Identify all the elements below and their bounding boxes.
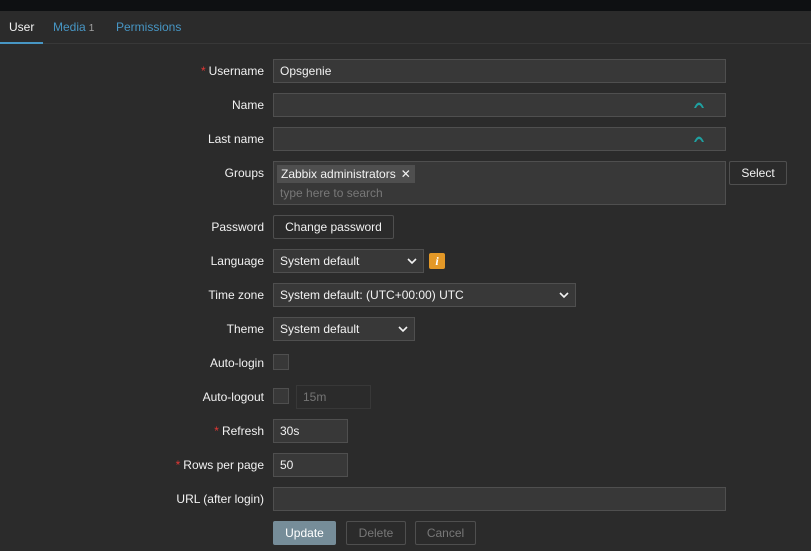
tab-permissions[interactable]: Permissions xyxy=(116,11,181,44)
groups-label: Groups xyxy=(224,166,264,180)
language-value: System default xyxy=(280,254,360,268)
tab-media-count: 1 xyxy=(88,23,95,34)
groups-multiselect[interactable]: Zabbix administrators ✕ type here to sear… xyxy=(273,161,726,205)
language-select[interactable]: System default xyxy=(273,249,424,273)
autologin-checkbox[interactable] xyxy=(273,354,289,370)
username-label: * Username xyxy=(200,64,264,78)
chevron-down-icon xyxy=(559,292,569,299)
timezone-label: Time zone xyxy=(208,288,264,302)
password-label: Password xyxy=(211,220,264,234)
tab-permissions-label: Permissions xyxy=(116,20,182,34)
top-bar xyxy=(0,0,811,11)
tab-media-label: Media xyxy=(53,20,86,34)
tab-media[interactable]: Media 1 xyxy=(53,11,94,44)
password-manager-icon xyxy=(694,136,704,142)
name-input[interactable] xyxy=(273,93,726,117)
chevron-down-icon xyxy=(398,326,408,333)
refresh-label: * Refresh xyxy=(214,424,264,438)
groups-select-button[interactable]: Select xyxy=(729,161,787,185)
change-password-button[interactable]: Change password xyxy=(273,215,394,239)
theme-select[interactable]: System default xyxy=(273,317,415,341)
delete-button[interactable]: Delete xyxy=(346,521,406,545)
autologout-label: Auto-logout xyxy=(202,390,264,404)
theme-label: Theme xyxy=(226,322,264,336)
autologout-checkbox[interactable] xyxy=(273,388,289,404)
tab-bar: User Media 1 Permissions xyxy=(0,11,811,44)
group-chip: Zabbix administrators ✕ xyxy=(277,165,415,183)
username-input[interactable] xyxy=(273,59,726,83)
timezone-select[interactable]: System default: (UTC+00:00) UTC xyxy=(273,283,576,307)
rows-per-page-label: * Rows per page xyxy=(175,458,264,472)
lastname-input[interactable] xyxy=(273,127,726,151)
refresh-input[interactable] xyxy=(273,419,348,443)
update-button[interactable]: Update xyxy=(273,521,336,545)
rows-per-page-input[interactable] xyxy=(273,453,348,477)
chevron-down-icon xyxy=(407,258,417,265)
close-icon[interactable]: ✕ xyxy=(401,167,411,181)
password-manager-icon xyxy=(694,102,704,108)
url-label: URL (after login) xyxy=(176,492,264,506)
autologout-input[interactable] xyxy=(296,385,371,409)
timezone-value: System default: (UTC+00:00) UTC xyxy=(280,288,464,302)
info-icon[interactable]: i xyxy=(429,253,445,269)
language-label: Language xyxy=(210,254,264,268)
tab-user[interactable]: User xyxy=(0,11,44,44)
name-label: Name xyxy=(231,98,264,112)
url-input[interactable] xyxy=(273,487,726,511)
autologin-label: Auto-login xyxy=(209,356,264,370)
groups-search-input[interactable]: type here to search xyxy=(280,185,383,201)
cancel-button[interactable]: Cancel xyxy=(415,521,476,545)
theme-value: System default xyxy=(280,322,360,336)
lastname-label: Last name xyxy=(207,132,264,146)
group-chip-label: Zabbix administrators xyxy=(281,167,396,181)
tab-user-label: User xyxy=(9,20,35,34)
